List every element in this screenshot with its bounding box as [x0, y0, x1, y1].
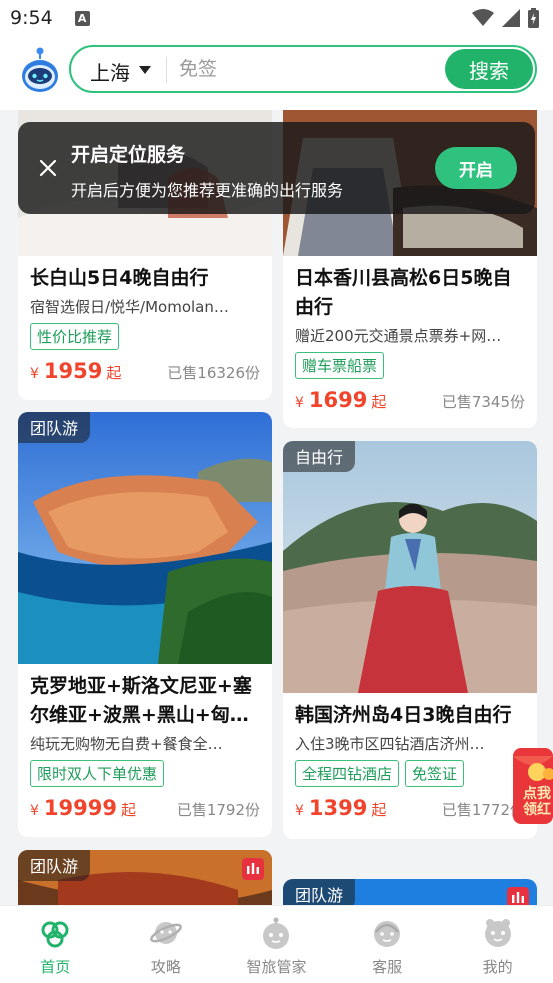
tag-list: 性价比推荐 [30, 323, 260, 350]
feature-tag: 免签证 [405, 760, 465, 787]
price-suffix: 起 [120, 801, 136, 819]
price-row: ¥ 1959 起 已售16326份 [30, 359, 260, 383]
trip-type-tag: 团队游 [18, 412, 91, 443]
close-icon[interactable] [38, 158, 58, 178]
price: 1399 [308, 796, 368, 820]
profile-icon [484, 919, 511, 947]
tag-list: 限时双人下单优惠 [30, 760, 260, 787]
card-title: 克罗地亚+斯洛文尼亚+塞尔维亚+波黑+黑山+匈… [30, 675, 252, 726]
trip-type-tag: 团队游 [18, 850, 91, 881]
status-time: 9:54 [10, 7, 53, 29]
card-subtitle: 纯玩无购物无自费+餐食全… [30, 735, 223, 753]
card-body: 韩国济州岛4日3晚自由行 入住3晚市区四钻酒店济州… 全程四钻酒店 免签证 ¥ … [283, 693, 537, 830]
nav-home[interactable]: 首页 [0, 906, 111, 983]
nav-label: 我的 [482, 958, 513, 976]
red-packet-label: 点我领红 [523, 786, 551, 818]
status-bar: 9:54 A [0, 0, 553, 36]
currency-symbol: ¥ [30, 366, 39, 382]
city-selector[interactable]: 上海 [90, 57, 130, 86]
price: 1699 [308, 388, 368, 412]
search-input[interactable] [179, 55, 419, 83]
planet-icon [149, 922, 182, 944]
sold-count: 已售16326份 [167, 364, 260, 382]
robot-icon [263, 917, 290, 949]
signal-icon [502, 9, 520, 27]
bottom-navigation: 首页 攻略 智旅管家 客服 我的 [0, 905, 553, 983]
nav-guide[interactable]: 攻略 [111, 906, 222, 983]
notification-icon: A [74, 10, 90, 26]
nav-label: 攻略 [150, 958, 181, 976]
feature-tag: 限时双人下单优惠 [30, 760, 165, 787]
feature-tag: 性价比推荐 [30, 323, 120, 350]
nav-label: 首页 [40, 958, 71, 976]
card-body: 克罗地亚+斯洛文尼亚+塞尔维亚+波黑+黑山+匈… 纯玩无购物无自费+餐食全… 限… [18, 664, 272, 830]
search-button[interactable]: 搜索 [445, 49, 533, 89]
nav-label: 智旅管家 [246, 958, 307, 976]
video-badge-icon [507, 887, 529, 905]
banner-title: 开启定位服务 [71, 144, 186, 166]
nav-service[interactable]: 客服 [332, 906, 443, 983]
product-card[interactable]: 自由行 韩国济州岛4日3晚自由行 入住3晚市区四钻酒店济州… 全程四钻酒店 免签… [283, 441, 537, 839]
feature-tag: 赠车票船票 [295, 352, 385, 379]
price-row: ¥ 19999 起 已售1792份 [30, 796, 260, 820]
hanbok-photo [283, 441, 537, 693]
robot-assistant-icon[interactable] [20, 46, 60, 94]
header: 上海 搜索 [0, 36, 553, 110]
tag-list: 全程四钻酒店 免签证 [295, 760, 525, 787]
nav-assistant[interactable]: 智旅管家 [221, 906, 332, 983]
chevron-down-icon[interactable] [139, 66, 151, 74]
price: 19999 [43, 796, 117, 820]
banner-description: 开启后方便为您推荐更准确的出行服务 [71, 181, 344, 200]
price-row: ¥ 1399 起 已售1772份 [295, 796, 525, 820]
status-icons [472, 8, 539, 28]
search-bar: 上海 搜索 [69, 45, 537, 93]
tag-list: 赠车票船票 [295, 352, 525, 379]
enable-location-button[interactable]: 开启 [435, 147, 517, 189]
card-body: 长白山5日4晚自由行 宿智选假日/悦华/Momolan… 性价比推荐 ¥ 195… [18, 256, 272, 393]
location-permission-banner: 开启定位服务 开启后方便为您推荐更准确的出行服务 开启 [18, 122, 535, 214]
coastal-town-photo [18, 412, 272, 664]
nav-label: 客服 [372, 958, 403, 976]
trip-type-tag: 自由行 [283, 441, 356, 472]
card-subtitle: 赠近200元交通景点票券+网… [295, 327, 502, 345]
feature-tag: 全程四钻酒店 [295, 760, 400, 787]
product-feed[interactable]: 长白山5日4晚自由行 宿智选假日/悦华/Momolan… 性价比推荐 ¥ 195… [0, 110, 553, 905]
search-divider [166, 57, 167, 83]
red-packet-widget[interactable]: 点我领红 [509, 748, 553, 824]
price-row: ¥ 1699 起 已售7345份 [295, 388, 525, 412]
currency-symbol: ¥ [295, 803, 304, 819]
product-card[interactable]: 团队游 [283, 879, 537, 905]
wifi-icon [472, 9, 494, 26]
trip-type-tag: 团队游 [283, 879, 356, 905]
headset-icon [374, 921, 401, 947]
card-image: 自由行 [283, 441, 537, 693]
nav-profile[interactable]: 我的 [442, 906, 553, 983]
sold-count: 已售1792份 [176, 801, 260, 819]
card-title: 长白山5日4晚自由行 [30, 267, 209, 289]
card-image: 团队游 [18, 850, 272, 905]
price: 1959 [43, 359, 103, 383]
price-suffix: 起 [106, 364, 122, 382]
card-subtitle: 宿智选假日/悦华/Momolan… [30, 298, 229, 316]
price-suffix: 起 [371, 393, 387, 411]
currency-symbol: ¥ [295, 395, 304, 411]
sold-count: 已售7345份 [441, 393, 525, 411]
video-badge-icon [242, 858, 264, 880]
product-card[interactable]: 团队游 [18, 850, 272, 905]
card-body: 日本香川县高松6日5晚自由行 赠近200元交通景点票券+网… 赠车票船票 ¥ 1… [283, 256, 537, 422]
product-card[interactable]: 团队游 克罗地亚+斯洛文尼亚+塞尔维亚+波黑+黑山+匈… 纯玩无购物无自费+餐食… [18, 412, 272, 837]
home-icon [41, 921, 69, 948]
price-suffix: 起 [371, 801, 387, 819]
battery-icon [528, 8, 539, 28]
card-subtitle: 入住3晚市区四钻酒店济州… [295, 735, 485, 753]
card-title: 日本香川县高松6日5晚自由行 [295, 267, 512, 318]
card-image: 团队游 [283, 879, 537, 905]
currency-symbol: ¥ [30, 803, 39, 819]
card-image: 团队游 [18, 412, 272, 664]
card-title: 韩国济州岛4日3晚自由行 [295, 704, 512, 726]
